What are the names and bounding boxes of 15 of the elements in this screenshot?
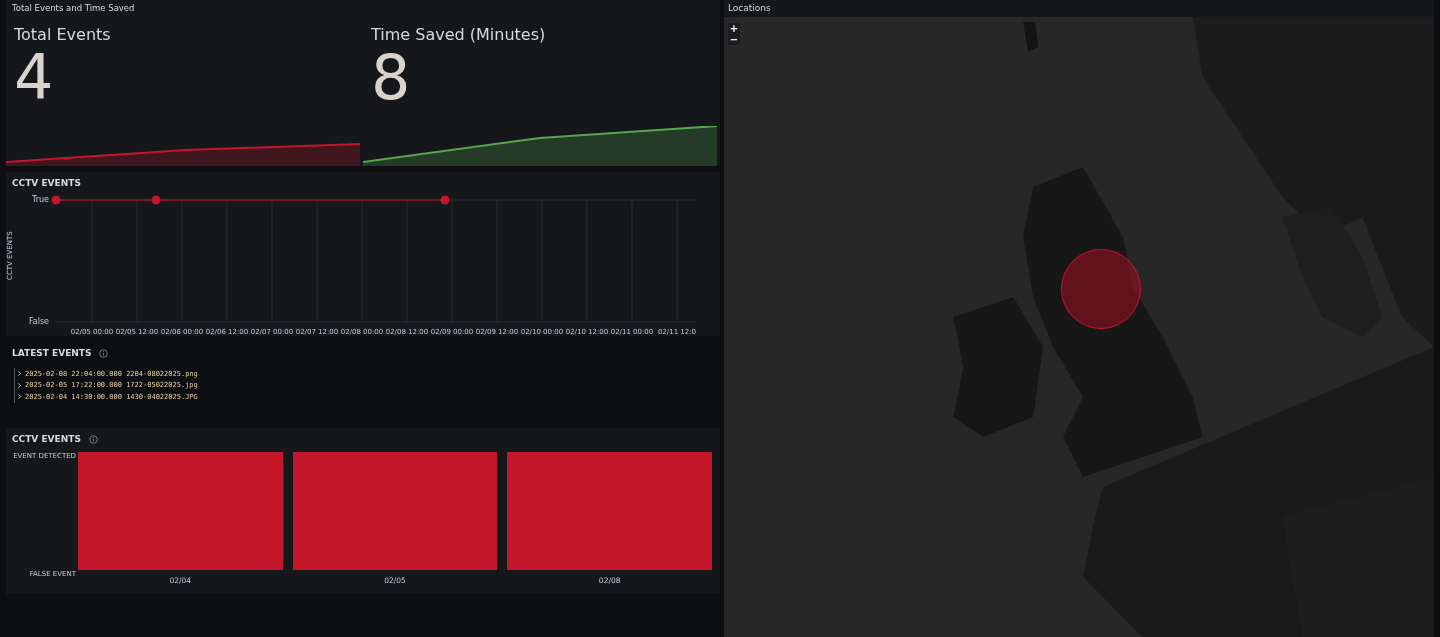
panel-title: Locations	[727, 2, 772, 15]
stat-value: 8	[370, 44, 412, 112]
info-icon[interactable]	[88, 434, 98, 444]
axis-tick: False	[28, 316, 49, 328]
stat-value: 4	[13, 44, 55, 112]
stat-label: Total Events	[13, 24, 112, 44]
panel-title: Total Events and Time Saved	[11, 2, 136, 13]
info-icon[interactable]	[99, 348, 109, 358]
panel-title: LATEST EVENTS	[12, 348, 92, 358]
zoom-out-button[interactable]: −	[728, 34, 740, 45]
stat-label: Time Saved (Minutes)	[370, 24, 547, 44]
axis-tick: True	[32, 194, 49, 206]
zoom-in-button[interactable]: +	[728, 23, 740, 34]
panel-title: CCTV EVENTS	[11, 177, 82, 188]
panel-title: CCTV EVENTS	[12, 434, 81, 444]
